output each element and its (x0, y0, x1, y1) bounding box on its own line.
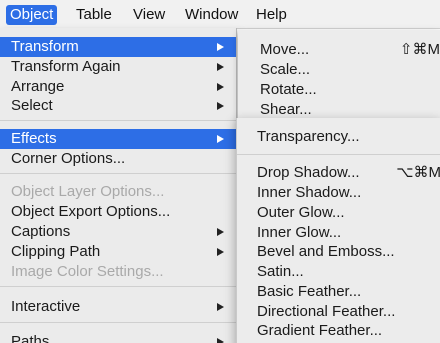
menu-item-label: Arrange (11, 78, 65, 95)
submenu-arrow-icon (217, 63, 224, 71)
submenu-arrow-icon (217, 338, 224, 343)
menu-item-captions[interactable]: Captions (0, 222, 236, 242)
menu-item-label: Interactive (11, 298, 81, 315)
menu-item-select[interactable]: Select (0, 96, 236, 116)
menu-item-effects[interactable]: Effects (0, 129, 236, 149)
menu-item-transform-again[interactable]: Transform Again (0, 57, 236, 77)
submenu-arrow-icon (217, 303, 224, 311)
submenu-arrow-icon (217, 135, 224, 143)
submenu-arrow-icon (217, 102, 224, 110)
menu-item-object-layer-options: Object Layer Options... (0, 182, 236, 202)
submenu-separator (237, 154, 440, 155)
menu-item-label: Select (11, 97, 53, 114)
menu-separator (0, 120, 236, 121)
submenu-item-shear[interactable]: Shear... (260, 100, 312, 120)
menubar-item-help[interactable]: Help (256, 5, 287, 25)
submenu-item-satin[interactable]: Satin... (257, 262, 304, 282)
submenu-item-drop-shadow[interactable]: Drop Shadow... (257, 163, 360, 183)
submenu-item-inner-glow[interactable]: Inner Glow... (257, 223, 341, 243)
menu-item-label: Transform (11, 38, 79, 55)
submenu-item-basic-feather[interactable]: Basic Feather... (257, 282, 361, 302)
menu-item-interactive[interactable]: Interactive (0, 297, 236, 317)
menu-item-label: Transform Again (11, 58, 121, 75)
submenu-item-rotate[interactable]: Rotate... (260, 80, 317, 100)
menubar-item-window[interactable]: Window (185, 5, 238, 25)
submenu-item-transparency[interactable]: Transparency... (257, 127, 360, 147)
shortcut-drop-shadow: ⌥⌘M (396, 164, 440, 181)
submenu-arrow-icon (217, 228, 224, 236)
menu-item-label: Effects (11, 130, 57, 147)
menu-item-label: Clipping Path (11, 243, 101, 260)
menu-item-clipping-path[interactable]: Clipping Path (0, 242, 236, 262)
menu-item-image-color-settings: Image Color Settings... (0, 262, 236, 282)
object-menu: Transform Transform Again Arrange Select… (0, 28, 237, 343)
menu-separator (0, 173, 236, 174)
menu-item-label: Object Layer Options... (11, 183, 165, 200)
menu-item-paths[interactable]: Paths (0, 332, 236, 343)
submenu-arrow-icon (217, 43, 224, 51)
submenu-item-outer-glow[interactable]: Outer Glow... (257, 203, 345, 223)
menubar-item-object[interactable]: Object (6, 5, 58, 25)
submenu-item-inner-shadow[interactable]: Inner Shadow... (257, 183, 361, 203)
menu-bar: Object Table View Window Help (0, 0, 440, 29)
submenu-item-bevel-and-emboss[interactable]: Bevel and Emboss... (257, 242, 395, 262)
menu-separator (0, 322, 236, 323)
menu-item-label: Corner Options... (11, 150, 126, 167)
submenu-item-gradient-feather[interactable]: Gradient Feather... (257, 321, 382, 341)
menu-item-object-export-options[interactable]: Object Export Options... (0, 202, 236, 222)
submenu-item-directional-feather[interactable]: Directional Feather... (257, 302, 395, 322)
menubar-item-table[interactable]: Table (76, 5, 112, 25)
menu-item-corner-options[interactable]: Corner Options... (0, 149, 236, 169)
submenu-arrow-icon (217, 248, 224, 256)
menu-item-label: Image Color Settings... (11, 263, 164, 280)
submenu-item-move[interactable]: Move... (260, 40, 309, 60)
effects-submenu: Transparency... Drop Shadow... ⌥⌘M Inner… (236, 118, 440, 343)
menu-item-label: Paths (11, 333, 50, 343)
menubar-item-view[interactable]: View (133, 5, 165, 25)
menu-item-label: Object Export Options... (11, 203, 171, 220)
transform-submenu: Move... ⇧⌘M Scale... Rotate... Shear... (238, 30, 440, 125)
submenu-arrow-icon (217, 83, 224, 91)
menu-separator (0, 286, 236, 287)
menu-item-label: Captions (11, 223, 71, 240)
menu-item-transform[interactable]: Transform (0, 37, 236, 57)
menu-item-arrange[interactable]: Arrange (0, 77, 236, 97)
screen: Object Table View Window Help Transform … (0, 0, 440, 343)
shortcut-move: ⇧⌘M (399, 41, 440, 58)
submenu-item-scale[interactable]: Scale... (260, 60, 310, 80)
